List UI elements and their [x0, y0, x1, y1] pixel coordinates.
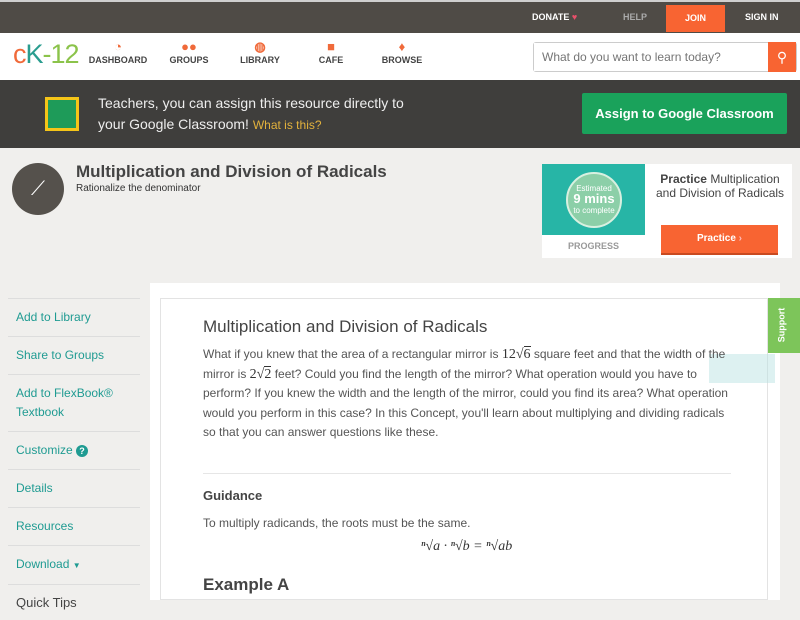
resources-link[interactable]: Resources — [8, 508, 140, 546]
intro-paragraph: What if you knew that the area of a rect… — [203, 345, 733, 443]
nav-browse[interactable]: ♦ BROWSE — [367, 39, 437, 65]
what-is-this-link[interactable]: What is this? — [253, 118, 322, 132]
para-text: feet? Could you find the length of the m… — [203, 366, 728, 440]
scrollbar[interactable] — [789, 353, 800, 600]
chevron-right-icon: › — [738, 233, 743, 244]
donate-link[interactable]: DONATE ♥ — [532, 12, 577, 22]
search-icon: ⚲ — [776, 49, 788, 65]
sign-in-link[interactable]: SIGN IN — [745, 12, 779, 22]
caret-down-icon: ▼ — [72, 561, 81, 570]
main-nav: cK-12 ◔ DASHBOARD ●● GROUPS ◍ LIBRARY ■ CAFE… — [0, 33, 800, 80]
nav-label: CAFE — [318, 55, 344, 65]
top-bar: DONATE ♥ HELP JOIN SIGN IN — [0, 0, 800, 33]
search-input[interactable] — [534, 43, 764, 71]
area-radicand: 6 — [523, 346, 531, 362]
progress-label[interactable]: PROGRESS — [542, 241, 645, 251]
nav-label: BROWSE — [381, 55, 423, 65]
support-label: Support — [776, 307, 787, 343]
page-subtitle: Rationalize the denominator — [76, 183, 201, 194]
search-button[interactable]: ⚲ — [768, 42, 796, 72]
practice-button-label: Practice — [696, 233, 736, 244]
share-to-groups-link[interactable]: Share to Groups — [8, 337, 140, 375]
help-icon[interactable]: ? — [76, 445, 89, 457]
join-button[interactable]: JOIN — [666, 5, 725, 32]
practice-image: Estimated 9 mins to complete — [542, 164, 645, 235]
practice-button[interactable]: Practice › — [661, 225, 778, 255]
estimate-mins: 9 mins — [573, 191, 615, 206]
details-link[interactable]: Details — [8, 470, 140, 508]
nav-groups[interactable]: ●● GROUPS — [154, 39, 224, 65]
customize-label: Customize — [16, 443, 73, 457]
guidance-heading: Guidance — [203, 488, 263, 503]
width-coefficient: 2 — [249, 366, 257, 382]
area-coefficient: 12 — [501, 347, 516, 362]
groups-icon: ●● — [181, 39, 197, 54]
quick-tips-heading[interactable]: Quick Tips — [8, 585, 140, 620]
classroom-banner: Teachers, you can assign this resource d… — [0, 80, 800, 148]
example-a-heading: Example A — [203, 575, 290, 594]
nav-label: LIBRARY — [240, 55, 280, 65]
search-box: ⚲ — [533, 42, 797, 72]
radical-formula: ⁿ√a · ⁿ√b = ⁿ√ab — [421, 539, 513, 554]
nav-cafe[interactable]: ■ CAFE — [296, 39, 366, 65]
donate-label: DONATE — [532, 12, 570, 22]
help-link[interactable]: HELP — [623, 12, 647, 22]
support-tab[interactable]: Support — [768, 298, 800, 353]
concept-title: Multiplication and Division of Radicals — [203, 317, 488, 336]
nav-dashboard[interactable]: ◔ DASHBOARD — [83, 39, 153, 65]
heart-icon: ♥ — [571, 12, 578, 22]
assign-google-classroom-button[interactable]: Assign to Google Classroom — [582, 93, 787, 134]
practice-title: Practice Multiplication and Division of … — [650, 172, 790, 200]
para-text: What if you knew that the area of a rect… — [203, 347, 502, 361]
math-area: 12√6 — [501, 346, 531, 362]
page-title: Multiplication and Division of Radicals — [76, 162, 387, 181]
algebra-graph-icon: ⟋ — [12, 163, 64, 215]
ck12-logo[interactable]: cK-12 — [13, 39, 80, 70]
banner-text: Teachers, you can assign this resource d… — [98, 95, 404, 132]
dashboard-icon: ◔ — [114, 39, 122, 54]
browse-icon: ♦ — [398, 39, 406, 54]
estimate-suffix: to complete — [573, 206, 615, 215]
add-to-library-link[interactable]: Add to Library — [8, 298, 140, 337]
sidebar: Add to Library Share to Groups Add to Fl… — [8, 298, 140, 610]
download-link[interactable]: Download ▼ — [8, 546, 140, 585]
practice-title-bold: Practice — [660, 172, 707, 186]
nav-label: DASHBOARD — [88, 55, 148, 65]
nav-label: GROUPS — [169, 55, 209, 65]
divider — [203, 473, 731, 474]
add-to-flexbook-link[interactable]: Add to FlexBook® Textbook — [8, 375, 140, 432]
concept-card: Multiplication and Division of Radicals … — [160, 298, 775, 600]
nav-library[interactable]: ◍ LIBRARY — [225, 39, 295, 65]
math-width: 2√2 — [249, 365, 272, 382]
download-label: Download — [16, 557, 70, 571]
library-icon: ◍ — [254, 39, 266, 54]
estimate-badge: Estimated 9 mins to complete — [566, 172, 622, 228]
customize-link[interactable]: Customize ? — [8, 432, 140, 470]
cafe-icon: ■ — [327, 39, 335, 54]
practice-card: Estimated 9 mins to complete PROGRESS Prac… — [542, 164, 792, 258]
google-classroom-icon — [45, 97, 79, 131]
guidance-text: To multiply radicands, the roots must be… — [203, 516, 471, 530]
